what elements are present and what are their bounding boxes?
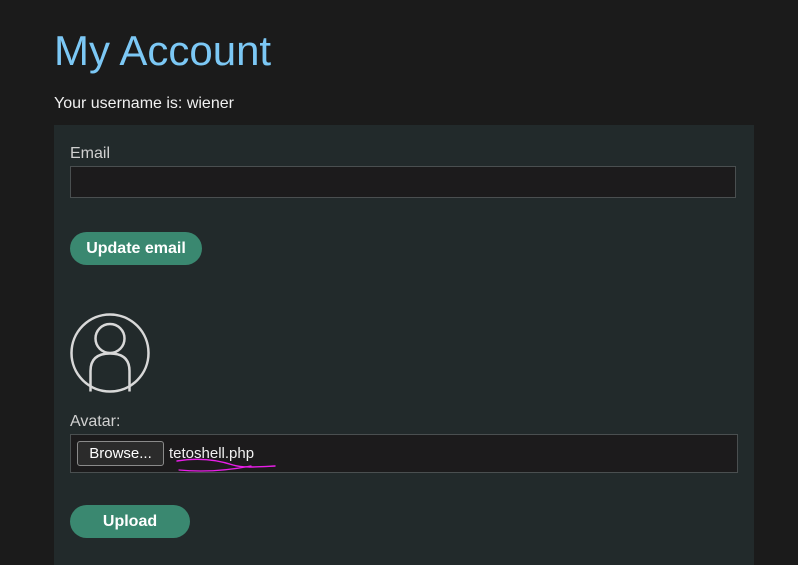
page: My Account Your username is: wiener Emai…	[0, 0, 798, 565]
update-email-button[interactable]: Update email	[70, 232, 202, 265]
user-placeholder-icon	[70, 313, 150, 393]
account-panel: Email Update email Avatar: Browse... tet…	[54, 125, 754, 565]
username-text: Your username is: wiener	[54, 95, 234, 112]
email-field[interactable]	[70, 166, 736, 198]
pen-scribble-annotation	[176, 458, 276, 472]
avatar	[70, 313, 150, 393]
browse-button[interactable]: Browse...	[77, 441, 164, 466]
avatar-label: Avatar:	[70, 413, 121, 430]
upload-button[interactable]: Upload	[70, 505, 190, 538]
page-title: My Account	[54, 27, 272, 74]
avatar-file-input[interactable]: Browse... tetoshell.php	[70, 434, 738, 473]
email-label: Email	[70, 145, 111, 162]
